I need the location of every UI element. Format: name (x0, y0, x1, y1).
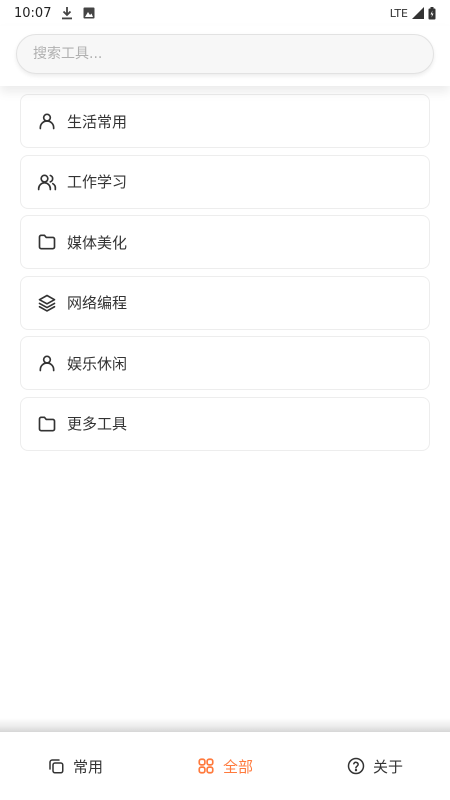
person-icon (37, 111, 57, 131)
layers-icon (37, 293, 57, 313)
nav-item-all[interactable]: 全部 (150, 756, 300, 777)
help-circle-icon (347, 757, 365, 775)
grid-icon (197, 757, 215, 775)
category-label: 工作学习 (67, 173, 128, 191)
status-bar: 10:07 LTE (0, 0, 450, 26)
status-left: 10:07 (14, 6, 95, 21)
category-item-more[interactable]: 更多工具 (20, 396, 430, 451)
nav-label-about: 关于 (372, 757, 403, 776)
bottom-nav: 常用 全部 关于 (0, 732, 450, 800)
person-icon (37, 353, 57, 373)
category-item-work[interactable]: 工作学习 (20, 154, 430, 209)
category-item-entertainment[interactable]: 娱乐休闲 (20, 336, 430, 390)
category-label: 网络编程 (67, 294, 128, 312)
download-icon (61, 6, 73, 20)
signal-icon (412, 7, 424, 19)
bottom-nav-shadow (0, 718, 450, 732)
users-icon (37, 172, 57, 192)
nav-label-common: 常用 (72, 757, 103, 776)
copy-icon (47, 757, 65, 775)
category-label: 更多工具 (67, 415, 128, 433)
nav-label-all: 全部 (222, 757, 253, 776)
nav-item-about[interactable]: 关于 (300, 756, 450, 777)
category-label: 媒体美化 (67, 233, 128, 252)
status-right: LTE (389, 6, 436, 20)
category-item-media[interactable]: 媒体美化 (20, 215, 430, 269)
search-bar-container (0, 26, 450, 86)
battery-icon (428, 6, 436, 20)
category-item-network[interactable]: 网络编程 (20, 275, 430, 330)
status-time: 10:07 (14, 5, 52, 21)
nav-item-common[interactable]: 常用 (0, 756, 150, 777)
image-icon (83, 7, 95, 19)
search-input[interactable] (16, 34, 434, 74)
folder-icon (37, 414, 57, 434)
category-list: 生活常用 工作学习 媒体美化 网络编程 娱乐休闲 更多工具 (20, 94, 430, 457)
category-label: 生活常用 (67, 112, 128, 131)
category-label: 娱乐休闲 (67, 354, 128, 373)
folder-icon (37, 232, 57, 252)
network-label: LTE (389, 6, 408, 20)
category-item-life[interactable]: 生活常用 (20, 94, 430, 148)
